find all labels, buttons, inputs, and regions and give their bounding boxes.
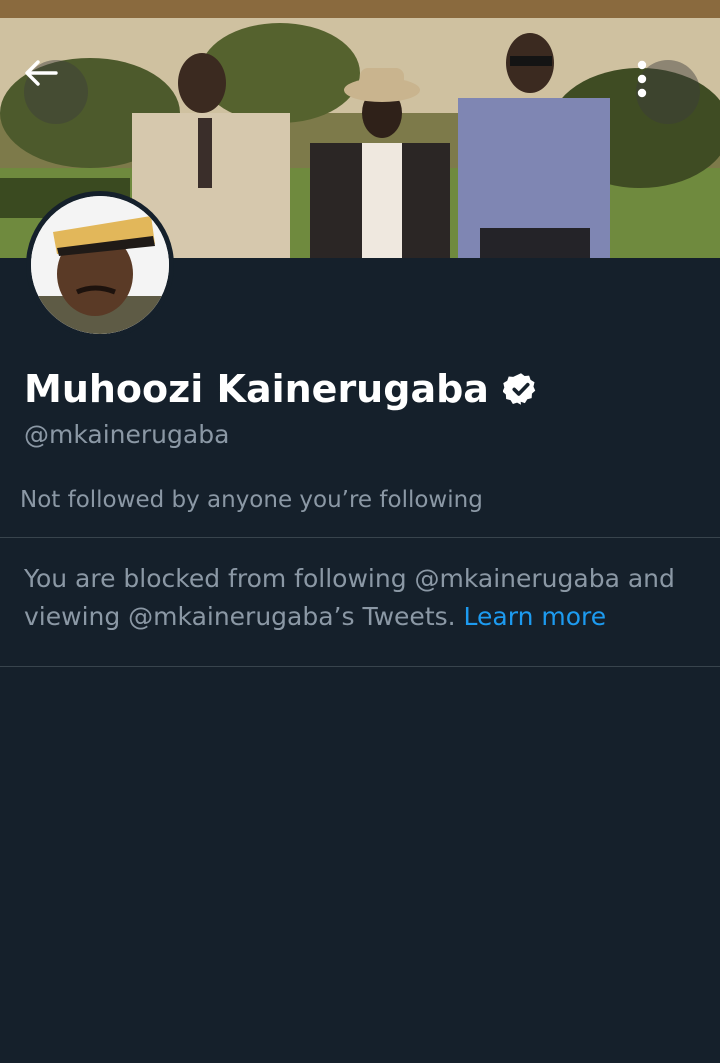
blocked-notice: You are blocked from following @mkaineru… (24, 560, 704, 636)
more-vertical-icon (637, 60, 647, 98)
learn-more-link[interactable]: Learn more (464, 602, 607, 631)
profile-display-name: Muhoozi Kainerugaba (24, 367, 489, 411)
followed-by-text: Not followed by anyone you’re following (20, 487, 483, 513)
more-options-button[interactable] (636, 60, 700, 124)
profile-handle: @mkainerugaba (24, 420, 230, 449)
divider (0, 537, 720, 538)
verified-badge-icon (502, 371, 539, 407)
arrow-left-icon (25, 60, 58, 86)
profile-name-row: Muhoozi Kainerugaba (24, 364, 539, 414)
divider (0, 666, 720, 667)
status-bar (0, 0, 720, 18)
profile-avatar[interactable] (26, 191, 174, 339)
avatar-photo (31, 196, 169, 334)
back-button[interactable] (24, 60, 88, 124)
